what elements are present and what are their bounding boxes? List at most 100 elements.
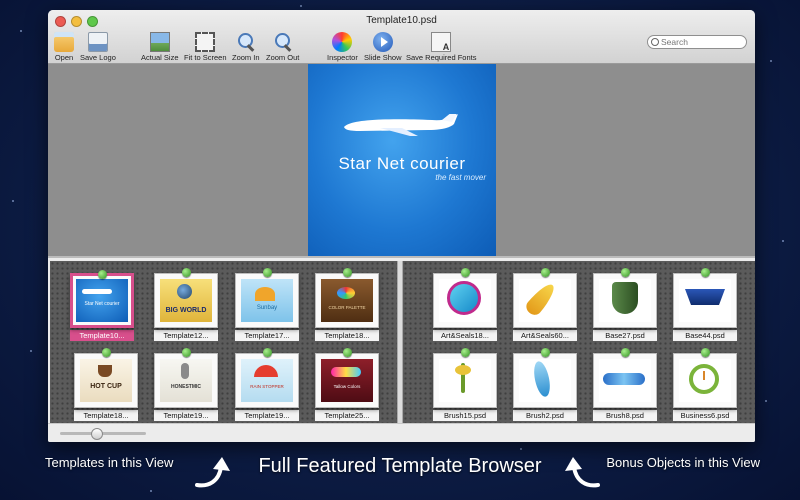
inspector-label: Inspector	[327, 53, 358, 62]
thumbnail-label: Template18...	[74, 410, 138, 421]
object-thumbnail[interactable]: Brush8.psd	[593, 348, 659, 421]
preview-area: Star Net courier the fast mover	[48, 64, 755, 256]
zoom-out-button[interactable]: Zoom Out	[266, 32, 299, 62]
fit-to-screen-button[interactable]: Fit to Screen	[184, 32, 227, 62]
thumbnail-image	[679, 359, 731, 402]
object-thumbnail[interactable]: Art&Seals18...	[433, 268, 499, 341]
preview-title-part1: Star	[338, 154, 372, 173]
save-required-fonts-button[interactable]: Save Required Fonts	[406, 32, 476, 62]
template-thumbnail[interactable]: Tallow Colors Template25...	[315, 348, 381, 421]
thumbnail-label: Art&Seals60...	[513, 330, 577, 341]
app-window: Template10.psd Open Save Logo Actual Siz…	[48, 10, 755, 442]
save-logo-label: Save Logo	[80, 53, 116, 62]
thumbnail-image	[679, 279, 731, 322]
template-thumbnail[interactable]: Sunbay Template17...	[235, 268, 301, 341]
thumbnail-label: Base27.psd	[593, 330, 657, 341]
thumbnail-label: Template25...	[315, 410, 379, 421]
search-input[interactable]	[661, 37, 741, 47]
object-thumbnail[interactable]: Art&Seals60...	[513, 268, 579, 341]
thumbnail-label: Art&Seals18...	[433, 330, 497, 341]
object-thumbnail[interactable]: Base27.psd	[593, 268, 659, 341]
thumbnail-frame: HONESTMIC	[154, 348, 218, 408]
pushpin-icon	[98, 270, 107, 279]
search-icon	[651, 38, 659, 46]
thumbnail-art-text: RAIN STOPPER	[250, 384, 284, 389]
actual-size-button[interactable]: Actual Size	[141, 32, 179, 62]
thumbnail-size-slider[interactable]	[60, 428, 146, 440]
background-star	[30, 350, 32, 352]
zoom-in-button[interactable]: Zoom In	[232, 32, 260, 62]
search-field[interactable]	[647, 35, 747, 49]
save-logo-button[interactable]: Save Logo	[80, 32, 116, 62]
open-button[interactable]: Open	[54, 32, 74, 62]
background-star	[765, 400, 767, 402]
status-bar	[48, 423, 755, 442]
slide-show-button[interactable]: Slide Show	[364, 32, 402, 62]
template-thumbnail[interactable]: COLOR PALETTE Template18...	[315, 268, 381, 341]
thumbnail-frame: BIG WORLD	[154, 268, 218, 328]
template-thumbnail[interactable]: HONESTMIC Template19...	[154, 348, 220, 421]
template-preview-image: Star Net courier the fast mover	[308, 64, 496, 256]
thumbnail-image: Star Net courier	[76, 279, 128, 322]
zoom-out-label: Zoom Out	[266, 53, 300, 62]
pushpin-icon	[102, 348, 111, 357]
thumbnail-frame	[433, 268, 497, 328]
window-title: Template10.psd	[366, 15, 437, 26]
template-thumbnail[interactable]: HOT CUP Template18...	[74, 348, 140, 421]
template-browser: Star Net courier Template10... BIG WORLD…	[48, 256, 755, 426]
thumbnail-image: COLOR PALETTE	[321, 279, 373, 322]
pushpin-icon	[343, 348, 352, 357]
thumbnail-art-text: COLOR PALETTE	[328, 305, 366, 310]
thumbnail-frame	[593, 348, 657, 408]
curved-arrow-icon	[565, 457, 600, 488]
thumbnail-frame	[593, 268, 657, 328]
pushpin-icon	[182, 348, 191, 357]
pushpin-icon	[461, 268, 470, 277]
thumbnail-image	[439, 279, 491, 322]
thumbnail-image: HOT CUP	[80, 359, 132, 402]
pushpin-icon	[263, 348, 272, 357]
pushpin-icon	[701, 348, 710, 357]
object-thumbnail[interactable]: Brush2.psd	[513, 348, 579, 421]
open-label: Open	[54, 53, 74, 62]
template-thumbnail[interactable]: BIG WORLD Template12...	[154, 268, 220, 341]
pushpin-icon	[621, 268, 630, 277]
thumbnail-image: Sunbay	[241, 279, 293, 322]
thumbnail-label: Template18...	[315, 330, 379, 341]
object-thumbnail[interactable]: Business6.psd	[673, 348, 739, 421]
picture-icon	[149, 32, 170, 52]
templates-pane[interactable]: Star Net courier Template10... BIG WORLD…	[50, 261, 397, 426]
pushpin-icon	[263, 268, 272, 277]
thumbnail-label: Template10...	[70, 330, 134, 341]
thumbnail-frame	[673, 268, 737, 328]
thumbnail-label: Brush2.psd	[513, 410, 577, 421]
thumbnail-frame	[513, 348, 577, 408]
object-thumbnail[interactable]: Brush15.psd	[433, 348, 499, 421]
template-thumbnail[interactable]: RAIN STOPPER Template19...	[235, 348, 301, 421]
caption-objects: Bonus Objects in this View	[606, 455, 760, 470]
thumbnail-art-text: Tallow Colors	[333, 384, 361, 389]
thumbnail-art-text: HOT CUP	[90, 383, 122, 390]
pushpin-icon	[461, 348, 470, 357]
object-thumbnail[interactable]: Base44.psd	[673, 268, 739, 341]
thumbnail-art-text: BIG WORLD	[165, 307, 207, 314]
slider-knob[interactable]	[91, 428, 104, 440]
thumbnail-art-text: Sunbay	[256, 305, 278, 311]
template-thumbnail[interactable]: Star Net courier Template10...	[70, 270, 136, 341]
preview-title-part2: Net courier	[376, 154, 466, 173]
fonts-icon	[431, 32, 452, 52]
objects-pane[interactable]: Art&Seals18... Art&Seals60... Base27.psd…	[403, 261, 755, 426]
airplane-icon	[344, 114, 458, 136]
thumbnail-image: BIG WORLD	[160, 279, 212, 322]
inspector-button[interactable]: Inspector	[327, 32, 358, 62]
thumbnail-image: RAIN STOPPER	[241, 359, 293, 402]
thumbnail-frame	[673, 348, 737, 408]
preview-subtitle: the fast mover	[435, 173, 486, 182]
save-logo-icon	[87, 32, 108, 52]
pushpin-icon	[701, 268, 710, 277]
background-star	[12, 200, 14, 202]
thumbnail-image	[599, 359, 651, 402]
fit-to-screen-label: Fit to Screen	[184, 53, 227, 62]
background-star	[300, 5, 302, 7]
thumbnail-frame	[513, 268, 577, 328]
